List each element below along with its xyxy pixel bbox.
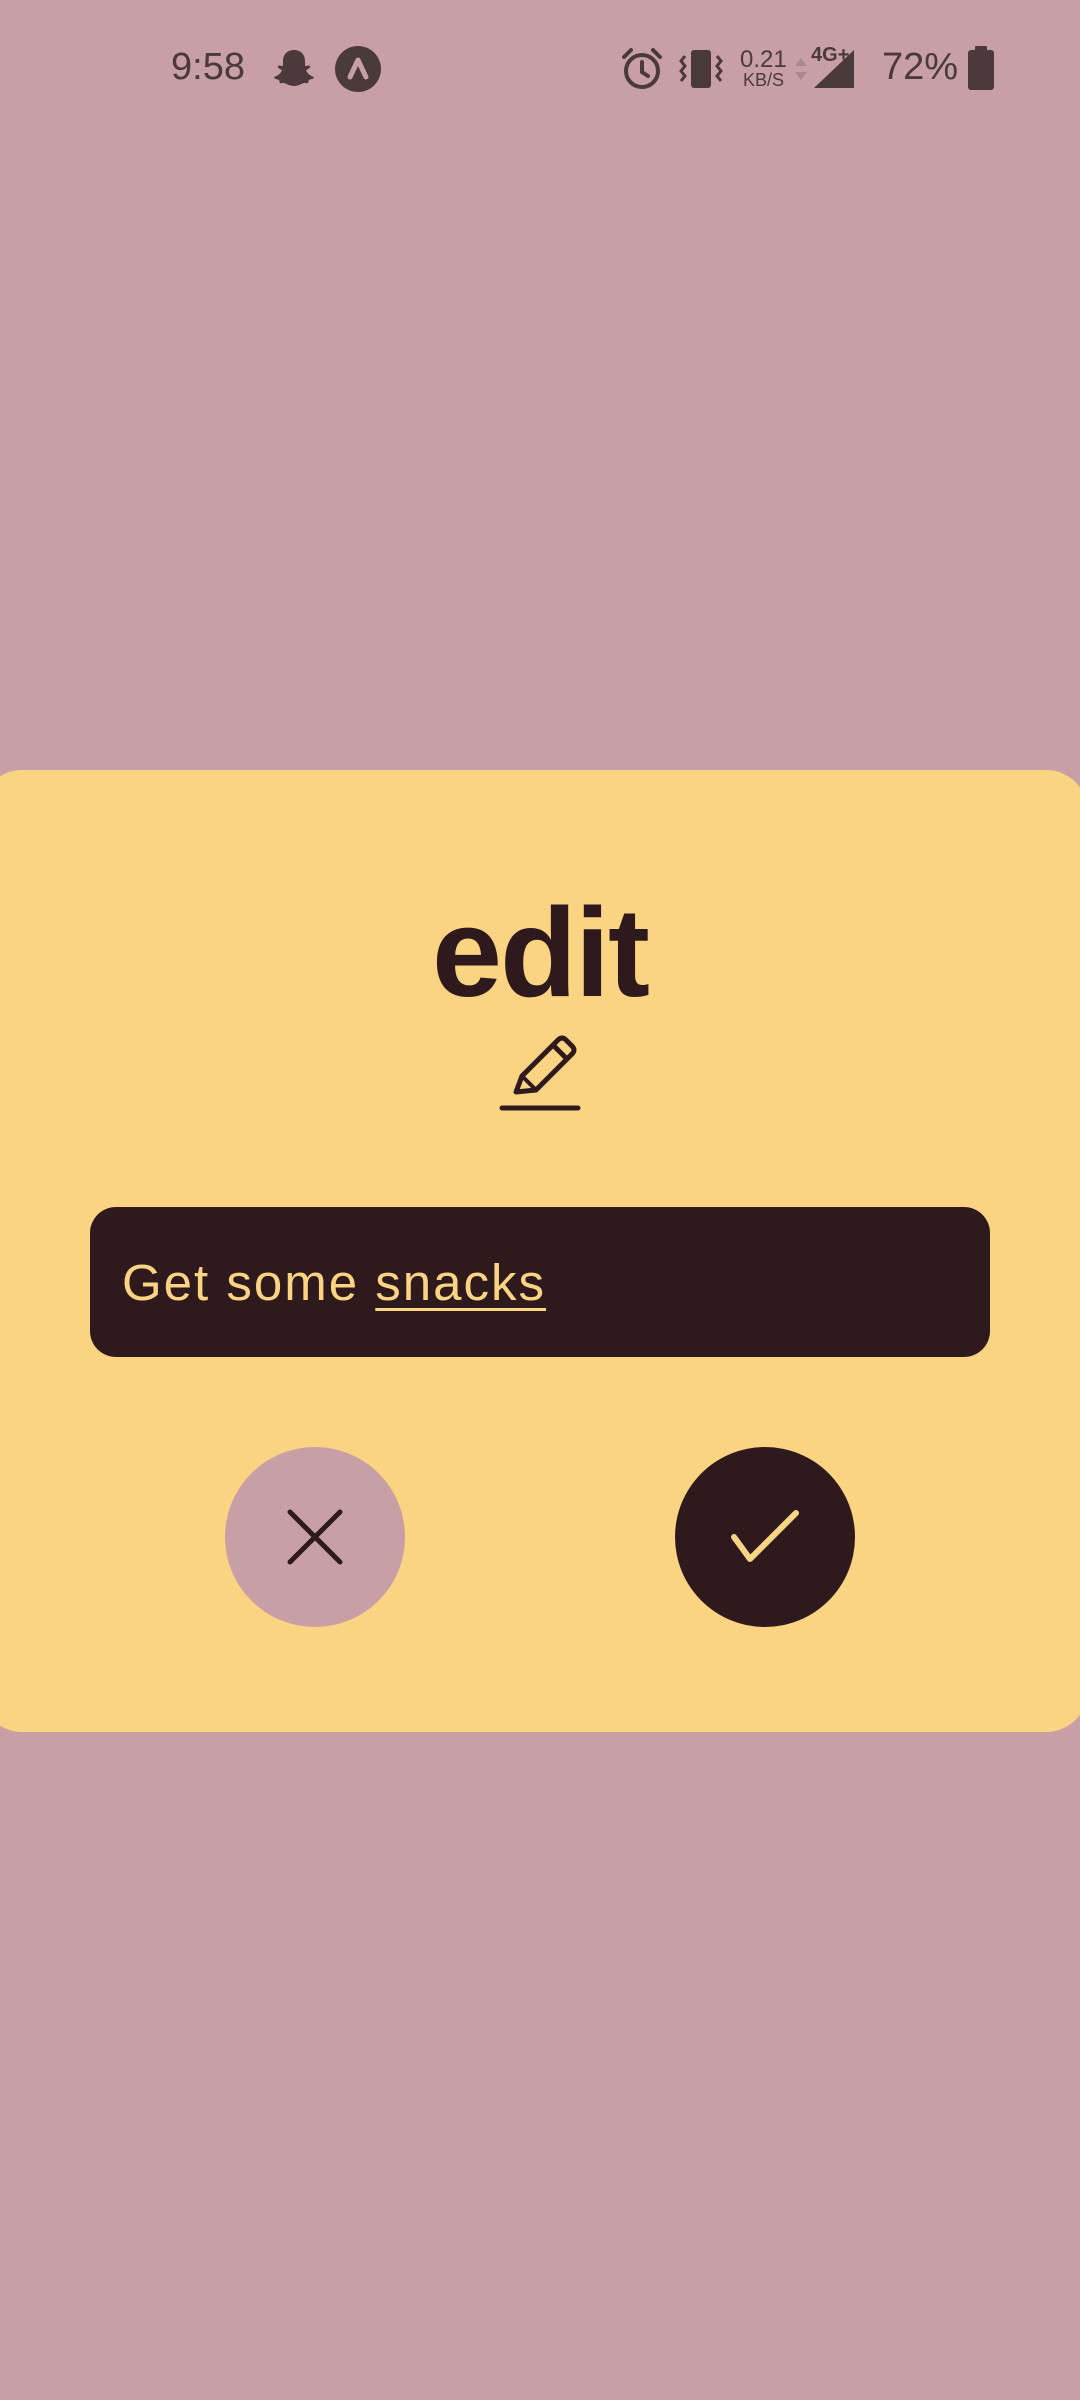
input-text-underlined-word: snacks [375, 1253, 546, 1311]
task-input-value[interactable]: Get some snacks [122, 1253, 546, 1312]
battery-percent: 72% [882, 46, 959, 88]
data-arrows-icon [795, 58, 807, 80]
dialog-title: edit [431, 882, 650, 1023]
cancel-button[interactable] [225, 1447, 405, 1627]
snapchat-icon [274, 50, 314, 86]
check-icon [731, 1510, 799, 1562]
status-bar: 9:58 0.21 KB/S 4G+ 72% [0, 0, 1080, 140]
vibrate-icon [679, 50, 723, 88]
alarm-icon [622, 48, 662, 89]
battery-icon [968, 46, 994, 90]
net-speed-unit: KB/S [743, 70, 785, 90]
close-icon [287, 1509, 343, 1565]
input-text-plain: Get some [122, 1253, 376, 1311]
pencil-edit-icon [499, 1035, 581, 1111]
status-time: 9:58 [171, 46, 245, 88]
app-notification-icon [335, 46, 381, 92]
signal-icon [814, 50, 854, 88]
task-text-input[interactable]: Get some snacks [90, 1207, 990, 1357]
confirm-button[interactable] [675, 1447, 855, 1627]
